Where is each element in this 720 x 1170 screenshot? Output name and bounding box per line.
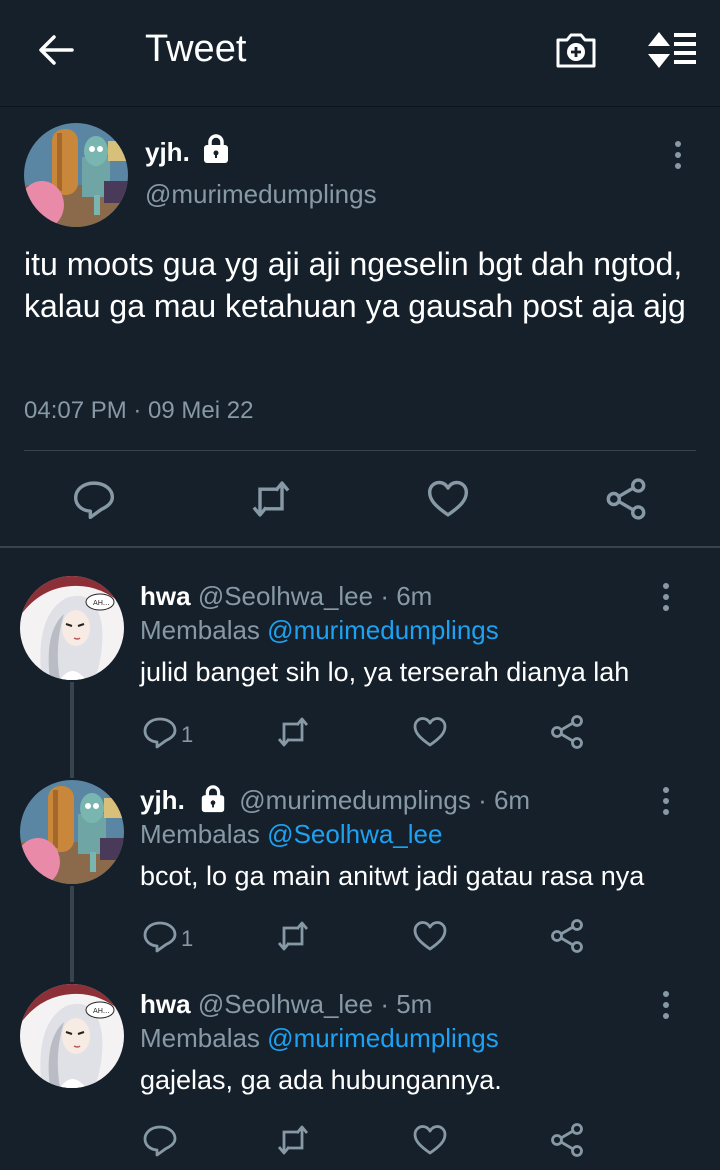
more-vertical-icon[interactable] bbox=[660, 990, 672, 1020]
avatar[interactable] bbox=[20, 780, 124, 884]
reply-actions: 1 bbox=[0, 918, 720, 958]
heart-icon[interactable] bbox=[412, 714, 448, 750]
author-meta: @murimedumplings · 6m bbox=[239, 785, 531, 815]
reply-icon[interactable] bbox=[142, 918, 178, 954]
retweet-icon[interactable] bbox=[275, 1122, 311, 1158]
reply-icon[interactable] bbox=[72, 477, 116, 521]
reply-actions bbox=[0, 1122, 720, 1162]
mention-link[interactable]: @murimedumplings bbox=[267, 1023, 499, 1053]
retweet-icon[interactable] bbox=[275, 918, 311, 954]
heart-icon[interactable] bbox=[426, 477, 470, 521]
reply-text: gajelas, ga ada hubungannya. bbox=[140, 1065, 502, 1095]
reply-header: yjh. @murimedumplings · 6m bbox=[140, 785, 530, 816]
share-icon[interactable] bbox=[549, 918, 585, 954]
reply-count: 1 bbox=[181, 926, 194, 951]
reply-tweet[interactable]: hwa @Seolhwa_lee · 6m Membalas @murimedu… bbox=[0, 576, 720, 776]
reply-header: hwa @Seolhwa_lee · 6m bbox=[140, 581, 432, 612]
share-icon[interactable] bbox=[549, 1122, 585, 1158]
share-icon[interactable] bbox=[604, 477, 648, 521]
reply-text: julid banget sih lo, ya terserah dianya … bbox=[140, 657, 630, 687]
replying-label: Membalas bbox=[140, 819, 260, 849]
author-name[interactable]: hwa bbox=[140, 581, 191, 611]
author-name[interactable]: yjh. bbox=[145, 137, 190, 168]
avatar[interactable] bbox=[20, 576, 124, 680]
tweet-text: itu moots gua yg aji aji ngeselin bgt da… bbox=[24, 246, 686, 324]
author-meta: @Seolhwa_lee · 5m bbox=[197, 989, 433, 1019]
reply-count: 1 bbox=[181, 722, 194, 747]
divider bbox=[24, 450, 696, 451]
replying-to: Membalas @Seolhwa_lee bbox=[140, 819, 442, 850]
divider bbox=[0, 546, 720, 548]
replying-to: Membalas @murimedumplings bbox=[140, 1023, 499, 1054]
mention-link[interactable]: @Seolhwa_lee bbox=[267, 819, 442, 849]
retweet-icon[interactable] bbox=[249, 477, 293, 521]
replying-label: Membalas bbox=[140, 615, 260, 645]
lock-icon bbox=[200, 134, 232, 164]
author-meta: @Seolhwa_lee · 6m bbox=[197, 581, 433, 611]
author-name[interactable]: hwa bbox=[140, 989, 191, 1019]
heart-icon[interactable] bbox=[412, 1122, 448, 1158]
more-vertical-icon[interactable] bbox=[660, 582, 672, 612]
more-vertical-icon[interactable] bbox=[660, 786, 672, 816]
author-handle[interactable]: @murimedumplings bbox=[145, 179, 377, 210]
replying-to: Membalas @murimedumplings bbox=[140, 615, 499, 646]
avatar[interactable] bbox=[20, 984, 124, 1088]
reply-tweet[interactable]: hwa @Seolhwa_lee · 5m Membalas @murimedu… bbox=[0, 984, 720, 1170]
tweet-timestamp: 04:07 PM · 09 Mei 22 bbox=[24, 397, 254, 424]
page-title: Tweet bbox=[145, 28, 247, 70]
heart-icon[interactable] bbox=[412, 918, 448, 954]
reply-icon[interactable] bbox=[142, 714, 178, 750]
reply-tweet[interactable]: yjh. @murimedumplings · 6m Membalas @Seo… bbox=[0, 780, 720, 980]
reply-header: hwa @Seolhwa_lee · 5m bbox=[140, 989, 432, 1020]
camera-add-icon[interactable] bbox=[554, 30, 598, 70]
sort-icon[interactable] bbox=[646, 30, 698, 70]
main-tweet: yjh. @murimedumplings itu moots gua yg a… bbox=[0, 107, 720, 548]
more-vertical-icon[interactable] bbox=[672, 140, 684, 170]
author-name[interactable]: yjh. bbox=[140, 785, 185, 815]
tweet-actions bbox=[0, 467, 720, 527]
avatar[interactable] bbox=[24, 123, 128, 227]
reply-text: bcot, lo ga main anitwt jadi gatau rasa … bbox=[140, 861, 645, 891]
back-arrow-icon[interactable] bbox=[36, 30, 76, 70]
reply-icon[interactable] bbox=[142, 1122, 178, 1158]
mention-link[interactable]: @murimedumplings bbox=[267, 615, 499, 645]
replying-label: Membalas bbox=[140, 1023, 260, 1053]
reply-actions: 1 bbox=[0, 714, 720, 754]
lock-icon bbox=[198, 785, 228, 813]
share-icon[interactable] bbox=[549, 714, 585, 750]
top-app-bar: Tweet bbox=[0, 0, 720, 107]
retweet-icon[interactable] bbox=[275, 714, 311, 750]
